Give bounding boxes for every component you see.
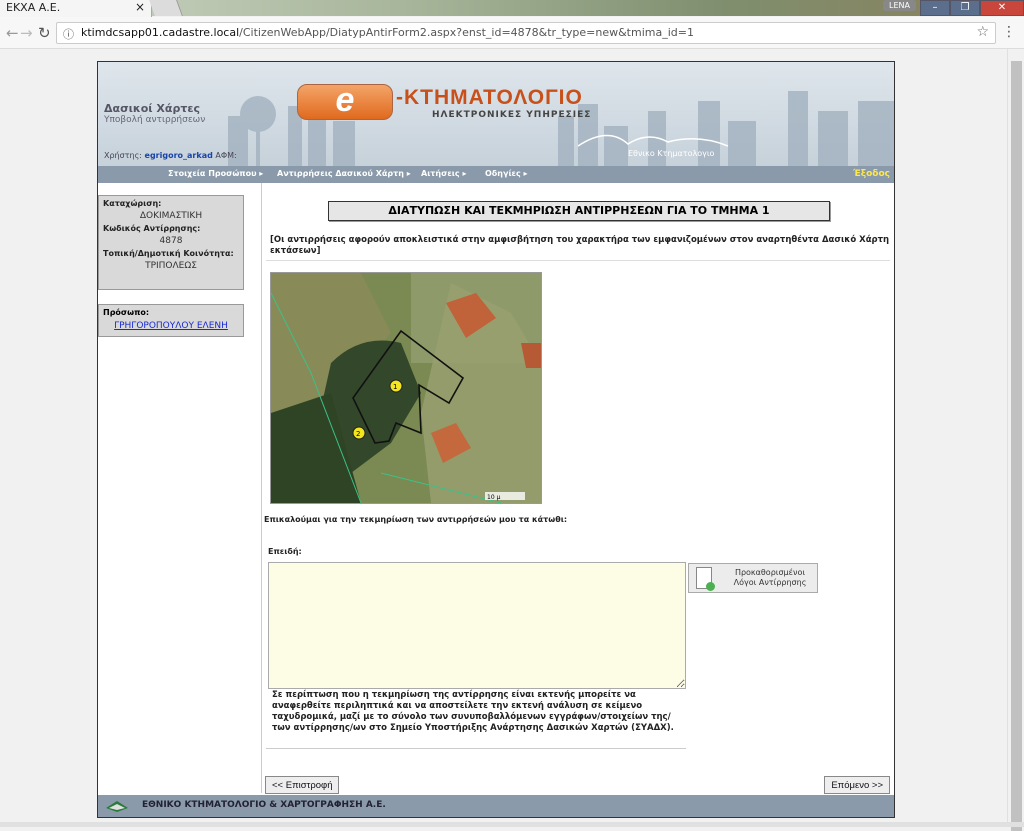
user-info: Χρήστης: egrigoro_arkad ΑΦΜ: [104, 151, 237, 160]
menu-item-instructions[interactable]: Οδηγίες ▸ [485, 169, 528, 178]
community-value: ΤΡΙΠΟΛΕΩΣ [145, 261, 197, 271]
footer-text: ΕΘΝΙΚΟ ΚΤΗΜΑΤΟΛΟΓΙΟ & ΧΑΡΤΟΓΡΑΦΗΣΗ Α.Ε. [142, 800, 386, 810]
page-container: Δασικοί Χάρτες Υποβολή αντιρρήσεων Χρήστ… [97, 61, 895, 818]
bottom-edge [0, 822, 1024, 827]
minimize-icon[interactable]: – [920, 0, 950, 16]
divider [266, 260, 890, 261]
reload-icon[interactable]: ↻ [38, 24, 51, 42]
info-icon[interactable]: ⓘ [63, 26, 74, 42]
site-title: Δασικοί Χάρτες [104, 102, 200, 115]
exit-link[interactable]: Έξοδος [853, 169, 890, 179]
footer: ΕΘΝΙΚΟ ΚΤΗΜΑΤΟΛΟΓΙΟ & ΧΑΡΤΟΓΡΑΦΗΣΗ Α.Ε. [98, 795, 894, 817]
forward-arrow-icon[interactable]: → [20, 24, 33, 42]
objection-info-box: Καταχώριση: ΔΟΚΙΜΑΣΤΙΚΗ Κωδικός Αντίρρησ… [98, 195, 244, 290]
map-label-1: 1 [393, 383, 397, 391]
objection-note: [Οι αντιρρήσεις αφορούν αποκλειστικά στη… [270, 235, 890, 256]
cadastre-logo-icon [106, 801, 128, 812]
user-label: Χρήστης: [104, 151, 142, 160]
reasons-textarea[interactable] [268, 562, 686, 689]
close-window-icon[interactable]: ✕ [980, 0, 1024, 16]
logo-subtitle: ΗΛΕΚΤΡΟΝΙΚΕΣ ΥΠΗΡΕΣΙΕΣ [432, 110, 592, 120]
person-box: Πρόσωπο: ΓΡΗΓΟΡΟΠΟΥΛΟΥ ΕΛΕΝΗ [98, 304, 244, 337]
bookmark-star-icon[interactable]: ☆ [976, 24, 989, 40]
logo-text: -ΚΤΗΜΑΤΟΛΟΓΙΟ [396, 86, 583, 109]
menu-item-requests[interactable]: Αιτήσεις ▸ [421, 169, 466, 178]
back-button[interactable]: << Επιστροφή [265, 776, 340, 794]
since-label: Επειδή: [268, 547, 302, 556]
registration-label: Καταχώριση: [103, 199, 162, 208]
registration-value: ΔΟΚΙΜΑΣΤΙΚΗ [139, 211, 203, 221]
invoke-text: Επικαλούμαι για την τεκμηρίωση των αντιρ… [264, 515, 568, 524]
url-path: /CitizenWebApp/DiatypAntirForm2.aspx?ens… [239, 26, 694, 39]
divider [266, 748, 686, 749]
ek-logo: Εθνικο Κτηματολογιο [628, 149, 715, 158]
map-scale: 10 μ [487, 494, 501, 501]
info-text: Σε περίπτωση που η τεκμηρίωση της αντίρρ… [272, 690, 674, 733]
predefined-reasons-button[interactable]: Προκαθορισμένοι Λόγοι Αντίρρησης [688, 563, 818, 593]
menu-item-objections[interactable]: Αντιρρήσεις Δασικού Χάρτη ▸ [277, 169, 411, 178]
parcel-map-image: 1 2 10 μ [270, 272, 542, 504]
user-name: egrigoro_arkad [144, 151, 213, 160]
predefined-reasons-label: Προκαθορισμένοι Λόγοι Αντίρρησης [733, 568, 807, 587]
browser-tab[interactable]: ΕΚΧΑ Α.Ε. × [0, 0, 152, 17]
back-arrow-icon[interactable]: ← [6, 24, 19, 42]
user-badge[interactable]: LENA [883, 0, 916, 11]
scrollbar[interactable] [1007, 49, 1024, 831]
afm-label: ΑΦΜ: [215, 151, 237, 160]
scrollbar-thumb[interactable] [1011, 61, 1022, 831]
url-input[interactable]: ⓘ ktimdcsapp01.cadastre.local/CitizenWeb… [56, 22, 996, 44]
window-controls: – ❐ ✕ [920, 0, 1024, 16]
url-host: ktimdcsapp01.cadastre.local [81, 26, 240, 39]
menu-item-person[interactable]: Στοιχεία Προσώπου ▸ [168, 169, 263, 178]
main-content: ΔΙΑΤΥΠΩΣΗ ΚΑΙ ΤΕΚΜΗΡΙΩΣΗ ΑΝΤΙΡΡΗΣΕΩΝ ΓΙΑ… [262, 183, 894, 794]
site-subtitle: Υποβολή αντιρρήσεων [104, 115, 206, 125]
address-bar: ← → ↻ ⓘ ktimdcsapp01.cadastre.local/Citi… [0, 17, 1024, 49]
tab-title: ΕΚΧΑ Α.Ε. [6, 1, 61, 14]
code-value: 4878 [159, 236, 183, 246]
sidebar: Καταχώριση: ΔΟΚΙΜΑΣΤΙΚΗ Κωδικός Αντίρρησ… [98, 183, 262, 793]
main-menu: Στοιχεία Προσώπου ▸ Αντιρρήσεις Δασικού … [98, 166, 894, 183]
person-label: Πρόσωπο: [103, 308, 150, 317]
community-label: Τοπική/Δημοτική Κοινότητα: [103, 249, 234, 258]
page-title: ΔΙΑΤΥΠΩΣΗ ΚΑΙ ΤΕΚΜΗΡΙΩΣΗ ΑΝΤΙΡΡΗΣΕΩΝ ΓΙΑ… [328, 201, 830, 221]
menu-kebab-icon[interactable]: ⋮ [1002, 24, 1016, 40]
logo-e-icon: e [297, 83, 393, 120]
document-add-icon [696, 567, 715, 591]
maximize-icon[interactable]: ❐ [950, 0, 980, 16]
map-label-2: 2 [356, 430, 360, 438]
tab-close-icon[interactable]: × [135, 0, 145, 14]
code-label: Κωδικός Αντίρρησης: [103, 224, 201, 233]
new-tab-button[interactable] [149, 0, 183, 16]
person-link[interactable]: ΓΡΗΓΟΡΟΠΟΥΛΟΥ ΕΛΕΝΗ [103, 321, 239, 331]
header-banner: Δασικοί Χάρτες Υποβολή αντιρρήσεων Χρήστ… [98, 62, 894, 166]
next-button[interactable]: Επόμενο >> [824, 776, 890, 794]
